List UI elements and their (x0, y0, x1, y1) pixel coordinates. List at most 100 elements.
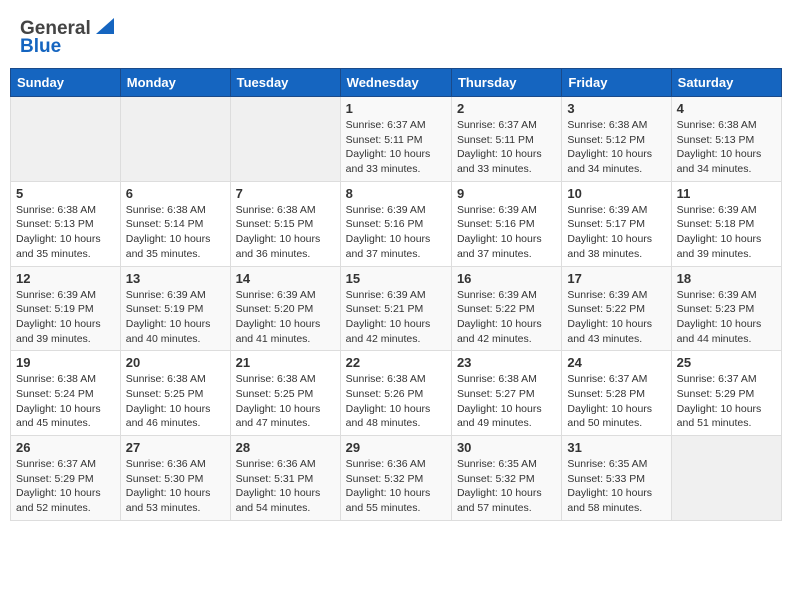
calendar-cell: 28Sunrise: 6:36 AM Sunset: 5:31 PM Dayli… (230, 436, 340, 521)
day-number: 19 (16, 355, 115, 370)
day-number: 26 (16, 440, 115, 455)
calendar-cell: 10 Sunrise: 6:39 AM Sunset: 5:17 PM Dayli… (562, 181, 671, 266)
day-info: Sunrise: 6:38 AM Sunset: 5:15 PM Dayligh… (236, 203, 335, 262)
day-number: 2 (457, 101, 556, 116)
calendar-cell: 18 Sunrise: 6:39 AM Sunset: 5:23 PM Dayli… (671, 266, 781, 351)
col-header-saturday: Saturday (671, 69, 781, 97)
day-number: 22 (346, 355, 446, 370)
calendar-cell: 9Sunrise: 6:39 AM Sunset: 5:16 PM Daylig… (451, 181, 561, 266)
calendar-cell: 8 Sunrise: 6:39 AM Sunset: 5:16 PM Daylig… (340, 181, 451, 266)
calendar-cell: 5Sunrise: 6:38 AM Sunset: 5:13 PM Daylig… (11, 181, 121, 266)
day-number: 31 (567, 440, 665, 455)
day-info: Sunrise: 6:36 AM Sunset: 5:31 PM Dayligh… (236, 457, 335, 516)
day-info: Sunrise: 6:35 AM Sunset: 5:32 PM Dayligh… (457, 457, 556, 516)
day-info: Sunrise: 6:38 AM Sunset: 5:24 PM Dayligh… (16, 372, 115, 431)
day-info: Sunrise: 6:39 AM Sunset: 5:23 PM Dayligh… (677, 288, 776, 347)
calendar-cell: 11 Sunrise: 6:39 AM Sunset: 5:18 PM Dayli… (671, 181, 781, 266)
day-number: 7 (236, 186, 335, 201)
day-number: 21 (236, 355, 335, 370)
day-number: 1 (346, 101, 446, 116)
day-number: 11 (677, 186, 776, 201)
calendar-week-row: 12Sunrise: 6:39 AM Sunset: 5:19 PM Dayli… (11, 266, 782, 351)
day-info: Sunrise: 6:39 AM Sunset: 5:22 PM Dayligh… (457, 288, 556, 347)
calendar-cell: 19 Sunrise: 6:38 AM Sunset: 5:24 PM Dayli… (11, 351, 121, 436)
day-info: Sunrise: 6:38 AM Sunset: 5:25 PM Dayligh… (126, 372, 225, 431)
calendar-cell (11, 97, 121, 182)
calendar-cell: 30 Sunrise: 6:35 AM Sunset: 5:32 PM Dayli… (451, 436, 561, 521)
day-info: Sunrise: 6:38 AM Sunset: 5:26 PM Dayligh… (346, 372, 446, 431)
col-header-wednesday: Wednesday (340, 69, 451, 97)
day-number: 4 (677, 101, 776, 116)
day-info: Sunrise: 6:37 AM Sunset: 5:11 PM Dayligh… (346, 118, 446, 177)
day-info: Sunrise: 6:38 AM Sunset: 5:12 PM Dayligh… (567, 118, 665, 177)
calendar-cell: 13 Sunrise: 6:39 AM Sunset: 5:19 PM Dayli… (120, 266, 230, 351)
col-header-friday: Friday (562, 69, 671, 97)
day-info: Sunrise: 6:39 AM Sunset: 5:22 PM Dayligh… (567, 288, 665, 347)
calendar-cell: 7 Sunrise: 6:38 AM Sunset: 5:15 PM Daylig… (230, 181, 340, 266)
day-number: 14 (236, 271, 335, 286)
calendar-cell: 20 Sunrise: 6:38 AM Sunset: 5:25 PM Dayli… (120, 351, 230, 436)
day-number: 27 (126, 440, 225, 455)
calendar-week-row: 26 Sunrise: 6:37 AM Sunset: 5:29 PM Dayli… (11, 436, 782, 521)
calendar-cell: 29 Sunrise: 6:36 AM Sunset: 5:32 PM Dayli… (340, 436, 451, 521)
day-number: 25 (677, 355, 776, 370)
calendar-cell: 15 Sunrise: 6:39 AM Sunset: 5:21 PM Dayli… (340, 266, 451, 351)
day-number: 6 (126, 186, 225, 201)
day-number: 20 (126, 355, 225, 370)
day-number: 3 (567, 101, 665, 116)
calendar-cell: 24 Sunrise: 6:37 AM Sunset: 5:28 PM Dayli… (562, 351, 671, 436)
calendar-header-row: SundayMondayTuesdayWednesdayThursdayFrid… (11, 69, 782, 97)
day-info: Sunrise: 6:36 AM Sunset: 5:32 PM Dayligh… (346, 457, 446, 516)
calendar-cell (120, 97, 230, 182)
logo: General Blue (20, 18, 114, 58)
day-number: 18 (677, 271, 776, 286)
calendar-cell: 4 Sunrise: 6:38 AM Sunset: 5:13 PM Daylig… (671, 97, 781, 182)
day-info: Sunrise: 6:37 AM Sunset: 5:29 PM Dayligh… (677, 372, 776, 431)
day-info: Sunrise: 6:38 AM Sunset: 5:13 PM Dayligh… (16, 203, 115, 262)
day-info: Sunrise: 6:38 AM Sunset: 5:13 PM Dayligh… (677, 118, 776, 177)
day-info: Sunrise: 6:39 AM Sunset: 5:16 PM Dayligh… (346, 203, 446, 262)
calendar-cell: 17 Sunrise: 6:39 AM Sunset: 5:22 PM Dayli… (562, 266, 671, 351)
day-number: 13 (126, 271, 225, 286)
calendar-cell: 6 Sunrise: 6:38 AM Sunset: 5:14 PM Daylig… (120, 181, 230, 266)
day-number: 30 (457, 440, 556, 455)
calendar-week-row: 5Sunrise: 6:38 AM Sunset: 5:13 PM Daylig… (11, 181, 782, 266)
day-info: Sunrise: 6:39 AM Sunset: 5:18 PM Dayligh… (677, 203, 776, 262)
day-number: 17 (567, 271, 665, 286)
day-info: Sunrise: 6:39 AM Sunset: 5:17 PM Dayligh… (567, 203, 665, 262)
day-info: Sunrise: 6:36 AM Sunset: 5:30 PM Dayligh… (126, 457, 225, 516)
col-header-sunday: Sunday (11, 69, 121, 97)
day-info: Sunrise: 6:39 AM Sunset: 5:19 PM Dayligh… (16, 288, 115, 347)
day-info: Sunrise: 6:39 AM Sunset: 5:19 PM Dayligh… (126, 288, 225, 347)
day-info: Sunrise: 6:39 AM Sunset: 5:21 PM Dayligh… (346, 288, 446, 347)
day-info: Sunrise: 6:38 AM Sunset: 5:14 PM Dayligh… (126, 203, 225, 262)
calendar-week-row: 19 Sunrise: 6:38 AM Sunset: 5:24 PM Dayli… (11, 351, 782, 436)
calendar-cell: 1 Sunrise: 6:37 AM Sunset: 5:11 PM Daylig… (340, 97, 451, 182)
calendar-cell: 25 Sunrise: 6:37 AM Sunset: 5:29 PM Dayli… (671, 351, 781, 436)
calendar-cell: 23Sunrise: 6:38 AM Sunset: 5:27 PM Dayli… (451, 351, 561, 436)
day-number: 24 (567, 355, 665, 370)
calendar-cell (230, 97, 340, 182)
calendar-cell: 16 Sunrise: 6:39 AM Sunset: 5:22 PM Dayli… (451, 266, 561, 351)
day-number: 15 (346, 271, 446, 286)
day-number: 10 (567, 186, 665, 201)
day-info: Sunrise: 6:37 AM Sunset: 5:29 PM Dayligh… (16, 457, 115, 516)
day-info: Sunrise: 6:38 AM Sunset: 5:27 PM Dayligh… (457, 372, 556, 431)
day-info: Sunrise: 6:37 AM Sunset: 5:28 PM Dayligh… (567, 372, 665, 431)
day-number: 16 (457, 271, 556, 286)
day-number: 29 (346, 440, 446, 455)
calendar-cell: 14Sunrise: 6:39 AM Sunset: 5:20 PM Dayli… (230, 266, 340, 351)
day-info: Sunrise: 6:38 AM Sunset: 5:25 PM Dayligh… (236, 372, 335, 431)
day-info: Sunrise: 6:37 AM Sunset: 5:11 PM Dayligh… (457, 118, 556, 177)
calendar-cell: 22 Sunrise: 6:38 AM Sunset: 5:26 PM Dayli… (340, 351, 451, 436)
day-number: 8 (346, 186, 446, 201)
logo-triangle-icon (92, 18, 114, 36)
logo-blue-text: Blue (20, 36, 61, 58)
page-header: General Blue (10, 10, 782, 62)
day-info: Sunrise: 6:35 AM Sunset: 5:33 PM Dayligh… (567, 457, 665, 516)
calendar-cell: 31 Sunrise: 6:35 AM Sunset: 5:33 PM Dayli… (562, 436, 671, 521)
calendar-cell: 27 Sunrise: 6:36 AM Sunset: 5:30 PM Dayli… (120, 436, 230, 521)
calendar-cell: 3 Sunrise: 6:38 AM Sunset: 5:12 PM Daylig… (562, 97, 671, 182)
calendar-week-row: 1 Sunrise: 6:37 AM Sunset: 5:11 PM Daylig… (11, 97, 782, 182)
day-info: Sunrise: 6:39 AM Sunset: 5:16 PM Dayligh… (457, 203, 556, 262)
